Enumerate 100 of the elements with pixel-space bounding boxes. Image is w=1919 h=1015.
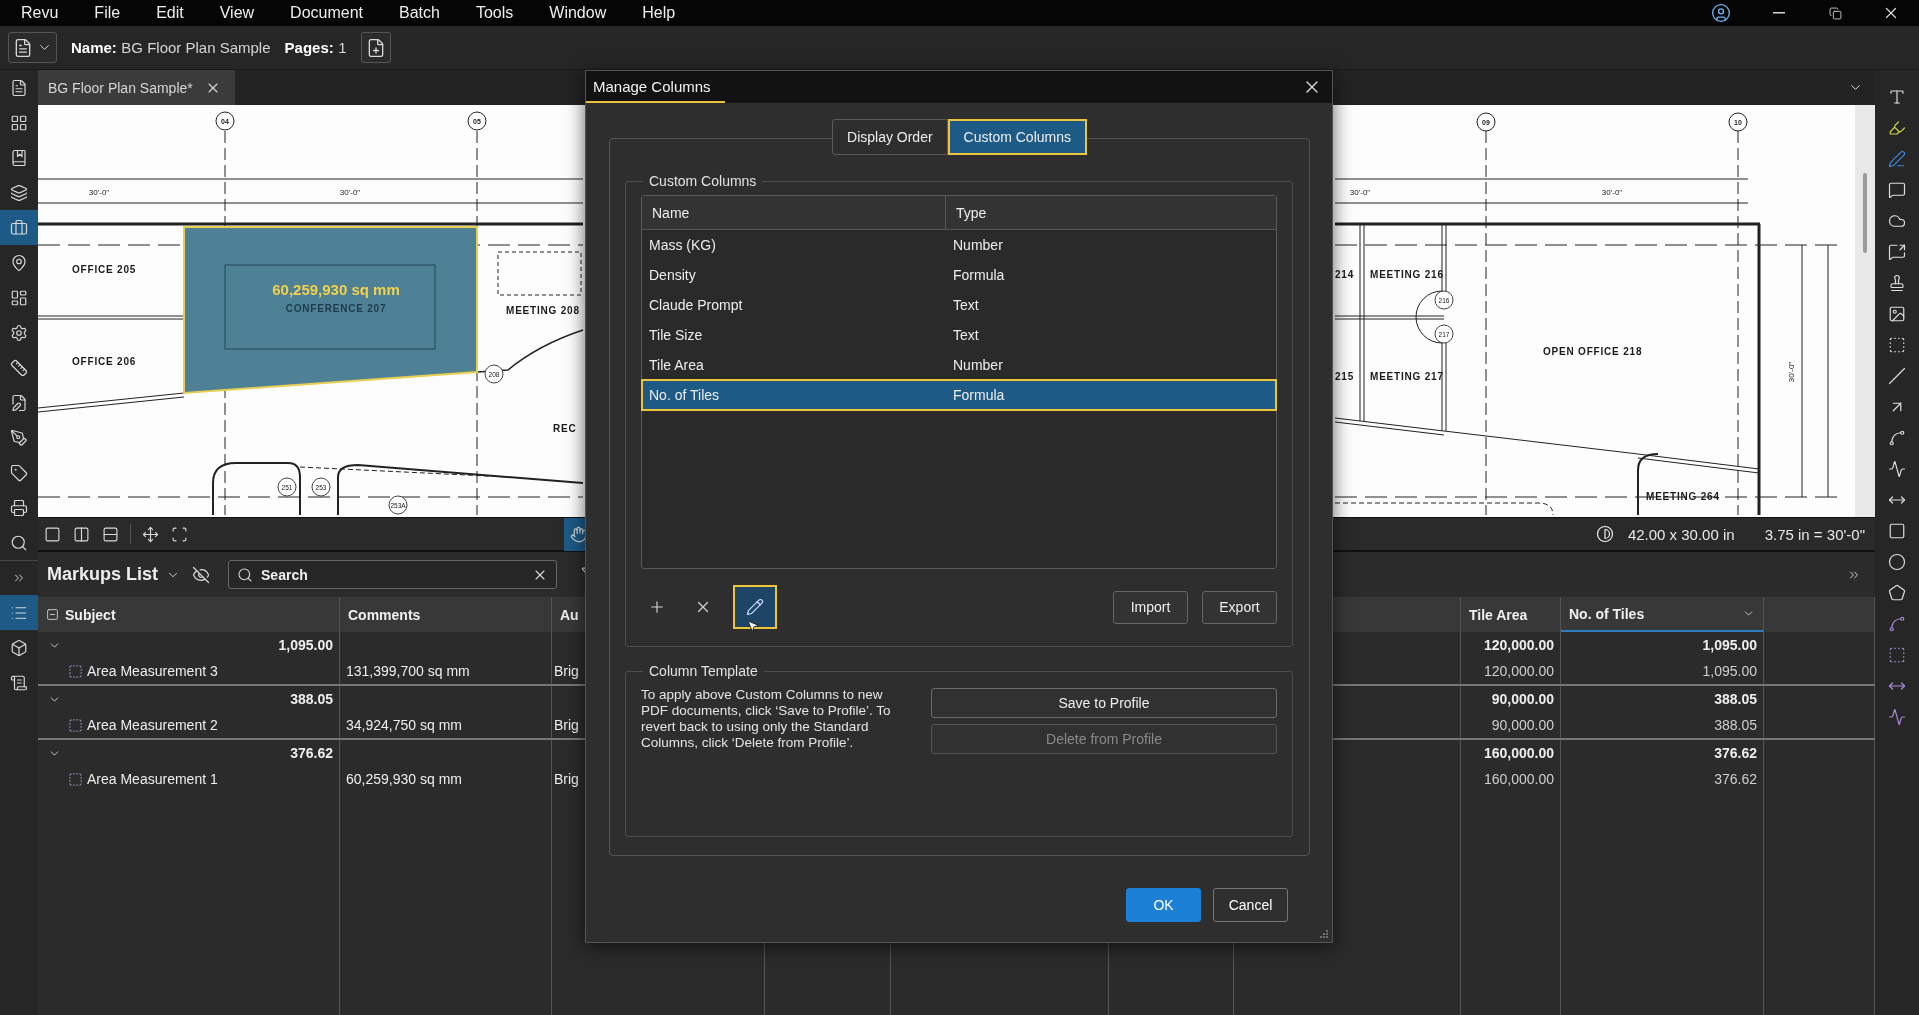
ellipse-icon — [1888, 553, 1906, 571]
room-label: MEETING 216 — [1370, 269, 1444, 280]
action-button[interactable]: Export — [1202, 590, 1277, 624]
table-row[interactable]: Density Formula — [642, 260, 1276, 290]
cancel-button[interactable]: Cancel — [1213, 888, 1288, 922]
table-row[interactable]: Tile Area Number — [642, 350, 1276, 380]
edit-button[interactable] — [733, 585, 777, 629]
scale-reading: 3.75 in = 30'-0" — [1764, 525, 1865, 543]
table-cell: Brig — [554, 771, 579, 787]
area-markup[interactable] — [183, 226, 478, 395]
menu-item[interactable]: Window — [531, 4, 625, 22]
menu-item[interactable]: Batch — [381, 4, 458, 22]
table-cell: Area Measurement 2 — [87, 717, 218, 733]
mouse-pointer-icon — [746, 619, 760, 633]
menu-item[interactable]: Revu — [3, 4, 77, 22]
edit-document-icon — [10, 393, 28, 412]
resize-grip-icon — [1319, 929, 1329, 939]
edit-icon — [746, 598, 764, 616]
image-icon — [1888, 305, 1906, 323]
group-total: 1,095.00 — [1702, 637, 1757, 653]
table-cell: 120,000.00 — [1483, 663, 1554, 679]
scrollbar-thumb[interactable] — [1863, 173, 1867, 253]
group-total: 120,000.00 — [1483, 637, 1554, 653]
menu-item[interactable]: Document — [272, 4, 382, 22]
room-label: REC — [553, 423, 577, 434]
menu-item[interactable]: File — [76, 4, 139, 22]
cube-icon — [10, 638, 28, 657]
document-icon — [10, 78, 28, 97]
hide-icon — [192, 565, 211, 584]
help-text: To apply above Custom Columns to new PDF documents, click ‘Save to Profile’. To revert back to using only the Standard Columns, click ‘Delete from Profile’. — [641, 687, 892, 752]
column-header[interactable]: Tile Area — [1461, 597, 1561, 632]
search-input[interactable]: Search — [259, 565, 527, 584]
tab[interactable]: Custom Columns — [947, 119, 1087, 155]
move-icon — [142, 525, 159, 543]
pen-icon — [1888, 150, 1906, 168]
table-row[interactable]: Claude Prompt Text — [642, 290, 1276, 320]
table-row[interactable]: No. of Tiles Formula — [642, 380, 1276, 410]
bookmark-icon — [10, 148, 28, 167]
table-cell: 34,924,750 sq mm — [346, 717, 462, 733]
printer-icon — [10, 498, 28, 517]
map-pin-icon — [10, 253, 28, 272]
contrast-icon — [1595, 525, 1614, 543]
group-total: 376.62 — [290, 745, 333, 761]
settings-icon — [10, 323, 28, 342]
column-header[interactable]: Type — [946, 196, 1276, 229]
script-icon — [10, 673, 28, 692]
expand-icon — [12, 571, 26, 585]
panel-title: Markups List — [47, 564, 159, 585]
callout-icon — [1888, 181, 1906, 199]
cloud-icon — [1888, 212, 1906, 230]
room-label: CONFERENCE 207 — [285, 303, 387, 314]
pages-label: Pages: — [284, 38, 334, 56]
polyline-icon — [1888, 460, 1906, 478]
rectangle-icon — [1888, 522, 1906, 540]
table-row[interactable]: Tile Size Text — [642, 320, 1276, 350]
tab[interactable]: Display Order — [832, 119, 948, 155]
dimension-label: 30'-0" — [88, 188, 110, 197]
menu-item[interactable]: Edit — [138, 4, 202, 22]
arc-icon — [1888, 429, 1906, 447]
group-total: 90,000.00 — [1491, 691, 1554, 707]
room-label: 215 — [1335, 371, 1355, 382]
hand-icon — [570, 525, 587, 543]
column-header[interactable]: No. of Tiles — [1561, 597, 1764, 632]
polygon-icon — [1888, 584, 1906, 602]
group-total: 1,095.00 — [278, 637, 333, 653]
group-total: 388.05 — [1714, 691, 1757, 707]
panel-tab[interactable] — [0, 210, 38, 245]
area-measurement-icon — [68, 717, 83, 733]
group-title: Custom Columns — [648, 173, 758, 189]
group-total: 160,000.00 — [1483, 745, 1554, 761]
column-header[interactable]: Comments — [340, 597, 552, 632]
search-field[interactable]: Search — [228, 560, 558, 589]
user-avatar-icon — [1711, 3, 1731, 23]
page-size: 42.00 x 30.00 in — [1627, 525, 1735, 543]
profile-button[interactable]: Save to Profile — [931, 688, 1277, 718]
area-measurement-icon — [68, 771, 83, 787]
callout-arrow-icon — [1888, 243, 1906, 261]
column-header[interactable]: Subject — [38, 597, 340, 632]
menu-item[interactable]: Tools — [457, 4, 532, 22]
action-button[interactable]: Import — [1113, 590, 1188, 624]
document-icon — [13, 37, 33, 58]
room-label: OPEN OFFICE 218 — [1543, 346, 1643, 357]
text-box-icon — [1888, 88, 1906, 106]
room-label: OFFICE 206 — [72, 356, 137, 367]
square-icon — [44, 525, 61, 543]
document-tab[interactable]: BG Floor Plan Sample* — [38, 70, 235, 105]
ok-button[interactable]: OK — [1126, 888, 1201, 922]
menu-item[interactable]: Help — [624, 4, 694, 22]
room-label: MEETING 264 — [1646, 491, 1720, 502]
table-row[interactable]: Mass (KG) Number — [642, 230, 1276, 260]
name-label: Name: — [71, 38, 117, 56]
document-menu-button[interactable] — [8, 32, 57, 63]
table-cell: Brig — [554, 717, 579, 733]
dialog-title: Manage Columns — [586, 71, 725, 103]
table-cell: 90,000.00 — [1491, 717, 1554, 733]
table-cell: Brig — [554, 663, 579, 679]
new-page-button[interactable] — [360, 32, 391, 63]
group-title: Column Template — [648, 663, 759, 679]
column-header[interactable]: Name — [642, 196, 946, 229]
menu-item[interactable]: View — [201, 4, 273, 22]
